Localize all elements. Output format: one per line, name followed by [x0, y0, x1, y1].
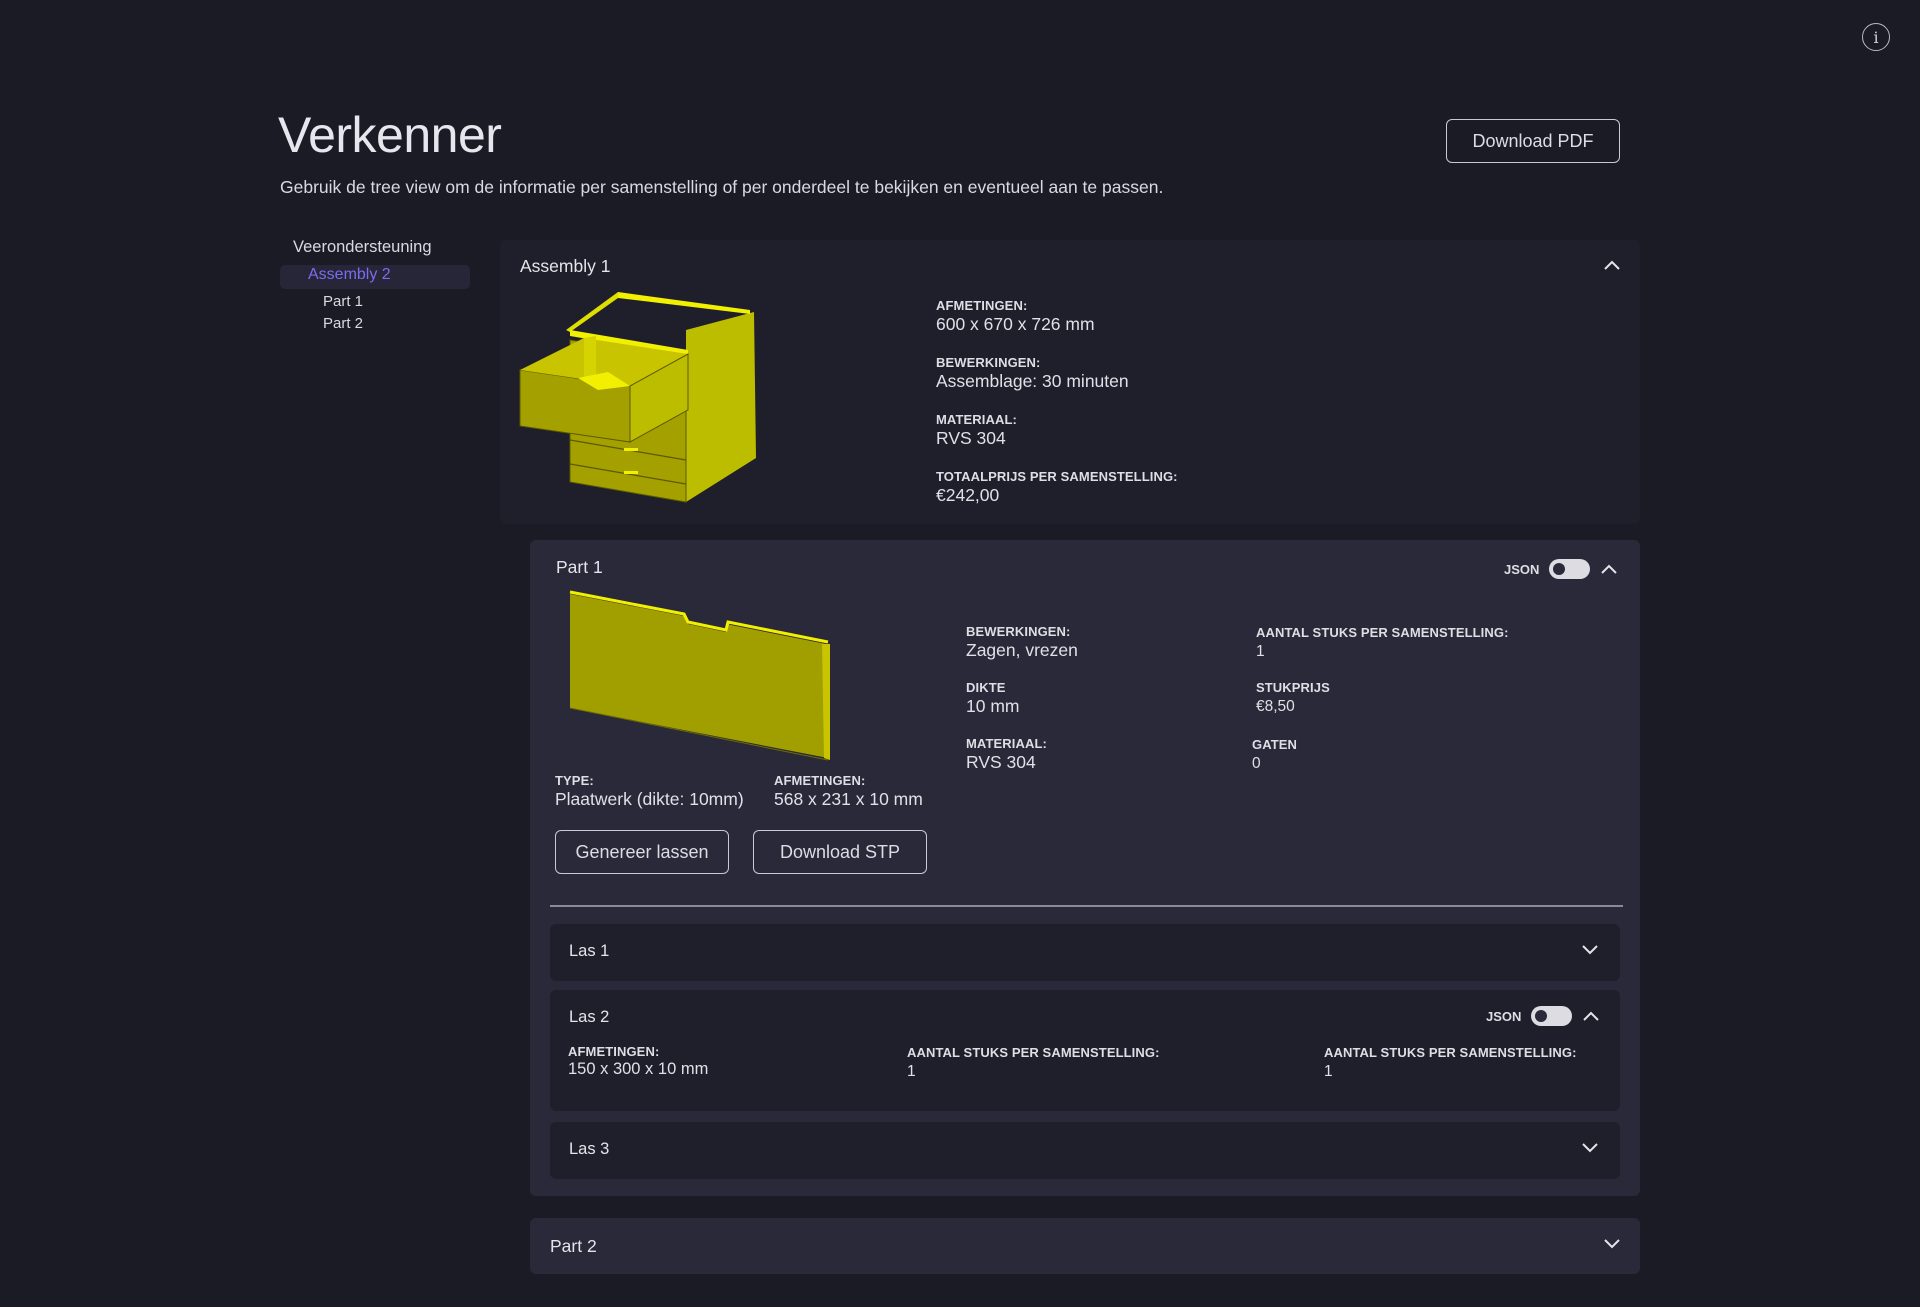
weld-2-title: Las 2 [569, 1008, 610, 1026]
weld-2-json-toggle-group: JSON [1486, 1006, 1600, 1026]
info-button[interactable]: i [1862, 23, 1890, 51]
generate-welds-button[interactable]: Genereer lassen [555, 830, 729, 874]
part-1-model-image [566, 590, 846, 770]
json-label: JSON [1486, 1008, 1522, 1024]
assembly-field-total-price: TOTAALPRIJS PER SAMENSTELLING: €242,00 [936, 469, 1178, 505]
assembly-field-dimensions: AFMETINGEN: 600 x 670 x 726 mm [936, 298, 1095, 334]
part-1-fields-left: BEWERKINGEN: Zagen, vrezen DIKTE 10 mm M… [966, 624, 1078, 773]
part-1-dimensions: AFMETINGEN: 568 x 231 x 10 mm [774, 773, 923, 809]
json-label: JSON [1504, 561, 1540, 577]
tree-item-assembly[interactable]: Assembly 2 [308, 266, 391, 284]
assembly-field-operations: BEWERKINGEN: Assemblage: 30 minuten [936, 355, 1129, 391]
part-field-holes: GATEN 0 [1252, 737, 1298, 772]
part-field-unit-price: STUKPRIJS €8,50 [1256, 680, 1330, 715]
chevron-up-icon[interactable] [1603, 259, 1621, 271]
part-field-material: MATERIAAL: RVS 304 [966, 736, 1047, 772]
info-icon: i [1873, 27, 1879, 47]
json-toggle[interactable] [1549, 559, 1591, 579]
tree-item-part-2[interactable]: Part 2 [323, 315, 363, 332]
weld-3-card[interactable]: Las 3 [550, 1122, 1620, 1179]
chevron-down-icon[interactable] [1581, 944, 1599, 956]
page-subtitle: Gebruik de tree view om de informatie pe… [280, 177, 1164, 197]
weld-2-card: Las 2 JSON AFMETINGEN: 150 x 300 x 10 mm… [550, 990, 1620, 1111]
assembly-fields: AFMETINGEN: 600 x 670 x 726 mm BEWERKING… [936, 298, 1178, 506]
weld-field-quantity: AANTAL STUKS PER SAMENSTELLING: 1 [907, 1045, 1160, 1080]
assembly-title: Assembly 1 [520, 256, 611, 276]
part-field-thickness: DIKTE 10 mm [966, 680, 1020, 716]
json-toggle[interactable] [1531, 1006, 1573, 1026]
page-title: Verkenner [278, 107, 502, 163]
toggle-knob [1535, 1010, 1548, 1022]
chevron-up-icon[interactable] [1600, 563, 1618, 575]
assembly-card: Assembly 1 AFMETINGEN: 600 x 670 x 726 m… [500, 240, 1640, 524]
part-field-operations: BEWERKINGEN: Zagen, vrezen [966, 624, 1078, 660]
part-1-json-toggle-group: JSON [1504, 559, 1618, 579]
toggle-knob [1553, 563, 1566, 575]
part-2-card[interactable]: Part 2 [530, 1218, 1640, 1274]
weld-1-card[interactable]: Las 1 [550, 924, 1620, 981]
weld-3-title: Las 3 [569, 1140, 610, 1158]
chevron-down-icon[interactable] [1581, 1142, 1599, 1154]
weld-1-title: Las 1 [569, 942, 610, 960]
assembly-field-material: MATERIAAL: RVS 304 [936, 412, 1017, 448]
weld-field-quantity-2: AANTAL STUKS PER SAMENSTELLING: 1 [1324, 1045, 1577, 1080]
part-field-quantity: AANTAL STUKS PER SAMENSTELLING: 1 [1256, 625, 1509, 660]
divider [550, 905, 1623, 907]
part-2-title: Part 2 [550, 1236, 597, 1256]
tree-item-part-1[interactable]: Part 1 [323, 293, 363, 310]
chevron-down-icon[interactable] [1603, 1238, 1621, 1250]
assembly-model-image [518, 290, 758, 510]
download-stp-button[interactable]: Download STP [753, 830, 927, 874]
part-1-type: TYPE: Plaatwerk (dikte: 10mm) [555, 773, 744, 809]
weld-field-dimensions: AFMETINGEN: 150 x 300 x 10 mm [568, 1044, 709, 1078]
part-1-fields-right: AANTAL STUKS PER SAMENSTELLING: 1 STUKPR… [1252, 625, 1509, 773]
part-1-title: Part 1 [556, 557, 603, 577]
chevron-up-icon[interactable] [1582, 1010, 1600, 1022]
download-pdf-button[interactable]: Download PDF [1446, 119, 1620, 163]
tree-item-root[interactable]: Veerondersteuning [293, 238, 432, 257]
